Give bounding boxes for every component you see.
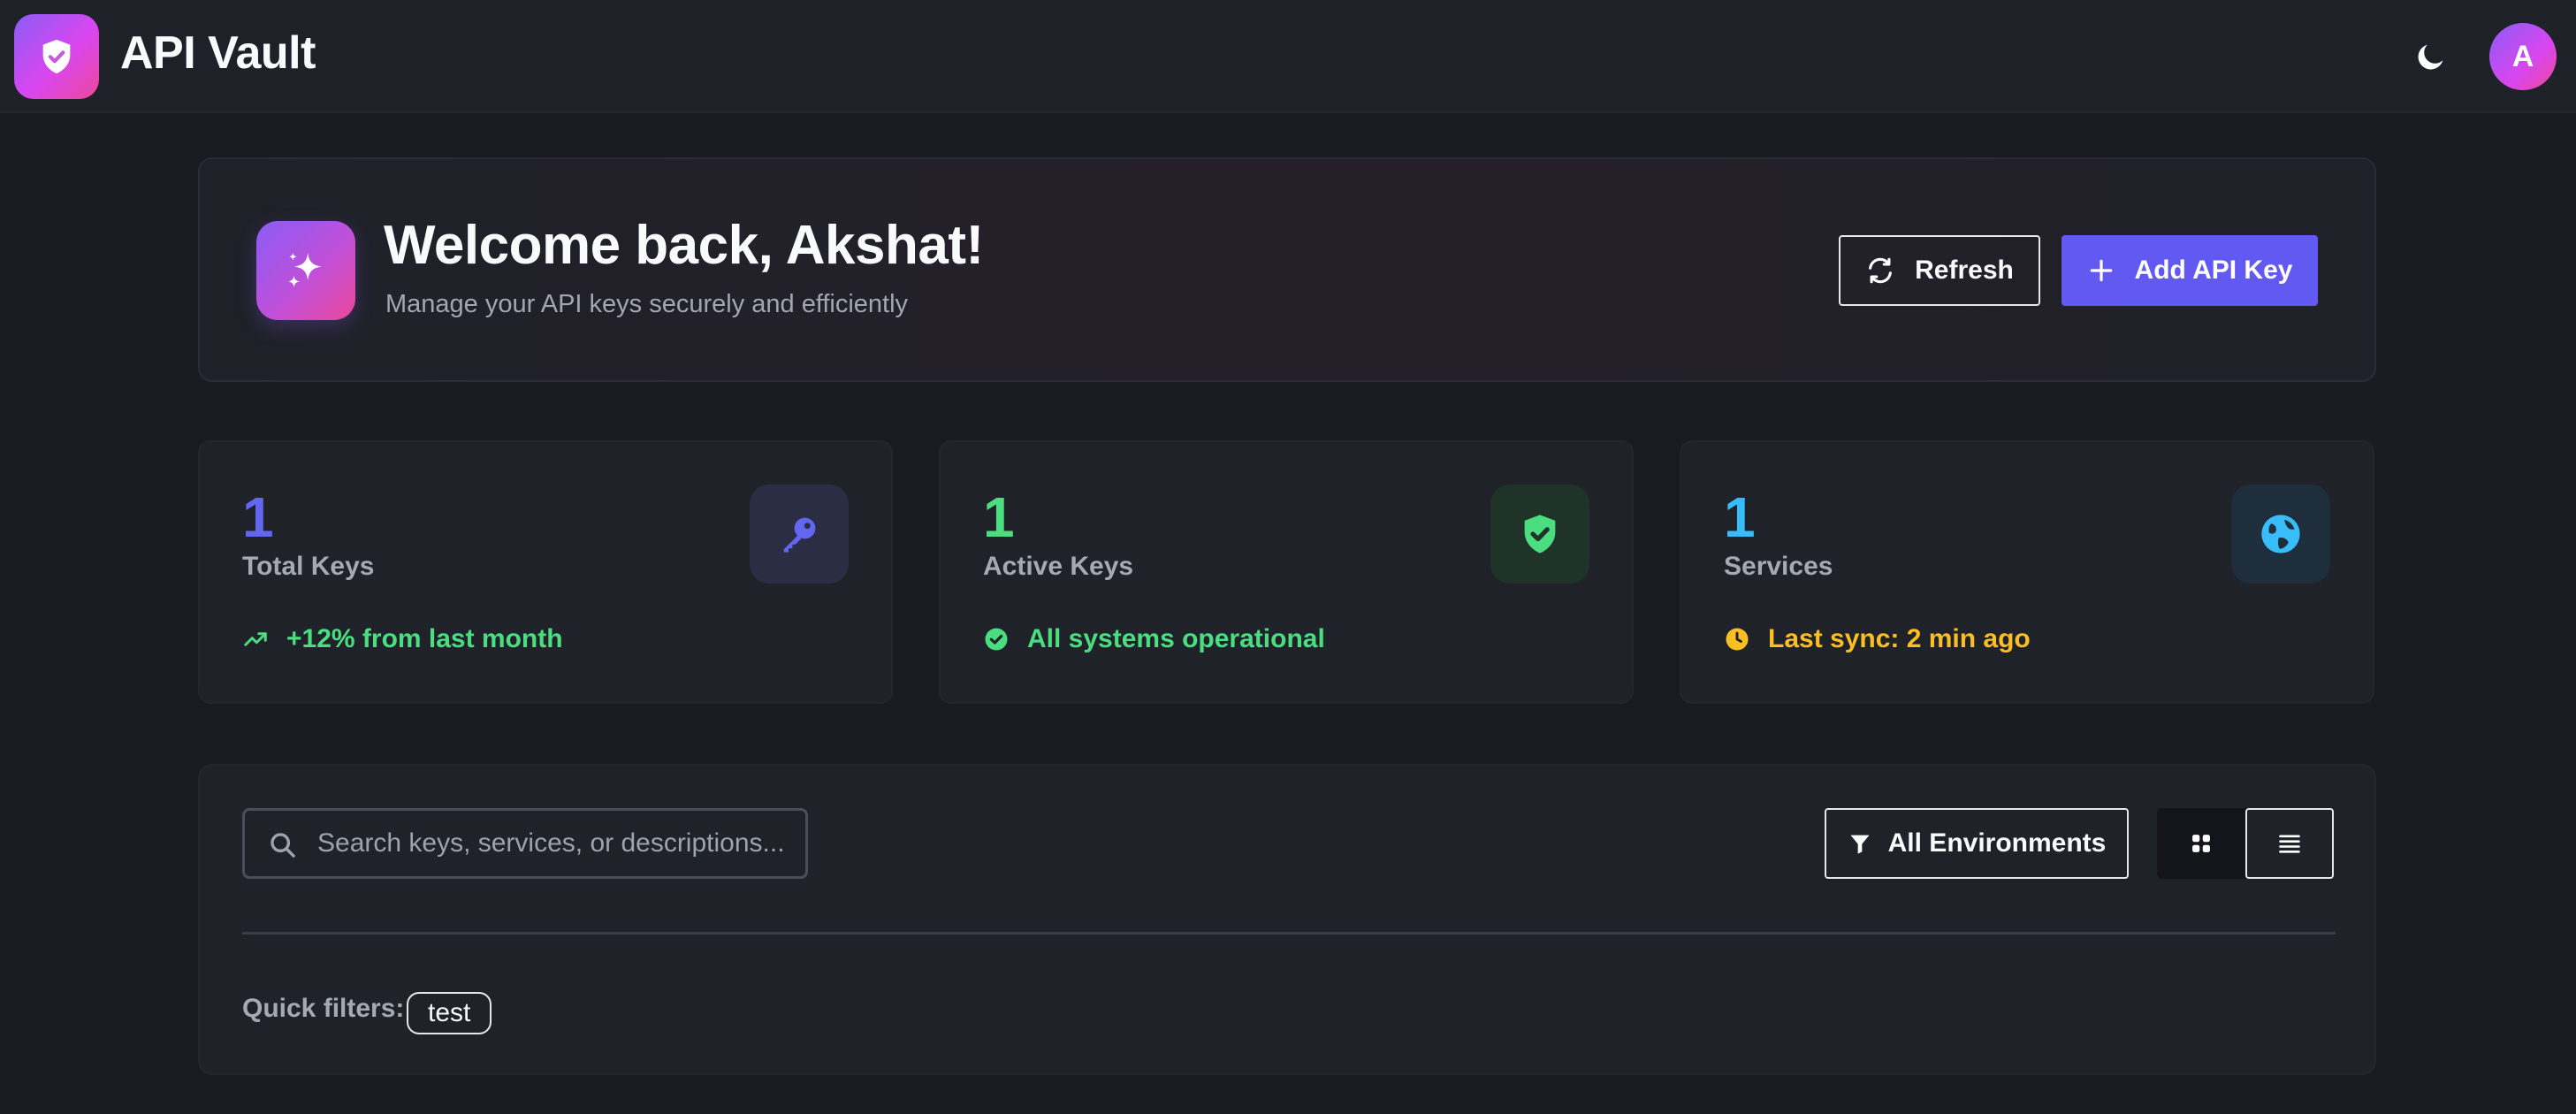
stat-icon-box bbox=[750, 485, 849, 584]
welcome-subtitle: Manage your API keys securely and effici… bbox=[385, 290, 909, 318]
check-circle-icon bbox=[985, 628, 1008, 651]
quick-filters-label: Quick filters: bbox=[242, 994, 405, 1023]
stat-icon-box bbox=[1490, 485, 1589, 584]
refresh-icon bbox=[1869, 257, 1893, 284]
refresh-button-label: Refresh bbox=[1915, 256, 2014, 285]
filter-panel: All Environments Quick filters: test bbox=[198, 764, 2376, 1075]
stat-value: 1 bbox=[242, 485, 274, 549]
stat-icon-box bbox=[2231, 485, 2330, 584]
stat-card-services: 1 Services Last sync: 2 min ago bbox=[1680, 440, 2374, 704]
search-input[interactable] bbox=[317, 811, 795, 876]
environment-filter-label: All Environments bbox=[1887, 828, 2107, 858]
sparkles-badge bbox=[256, 221, 355, 320]
search-box[interactable] bbox=[242, 808, 808, 879]
app-logo[interactable] bbox=[14, 14, 99, 99]
divider bbox=[242, 932, 2336, 935]
quick-filter-chip[interactable]: test bbox=[407, 992, 492, 1034]
welcome-card: Welcome back, Akshat! Manage your API ke… bbox=[198, 157, 2376, 382]
stat-footer: Last sync: 2 min ago bbox=[1724, 624, 2031, 654]
theme-toggle-button[interactable] bbox=[2406, 32, 2456, 81]
shield-check-icon bbox=[1524, 515, 1556, 553]
globe-icon bbox=[2261, 515, 2300, 553]
stat-label: Active Keys bbox=[983, 552, 1134, 581]
add-api-key-label: Add API Key bbox=[2134, 256, 2293, 285]
key-icon bbox=[783, 517, 816, 553]
stat-value: 1 bbox=[1724, 485, 1756, 549]
list-view-button[interactable] bbox=[2245, 808, 2334, 879]
grid-icon bbox=[2192, 835, 2210, 852]
stat-footer-text: +12% from last month bbox=[286, 624, 563, 653]
sparkles-icon bbox=[287, 252, 322, 288]
grid-view-button[interactable] bbox=[2157, 808, 2245, 879]
stat-card-total-keys: 1 Total Keys +12% from last month bbox=[198, 440, 893, 704]
plus-icon bbox=[2090, 259, 2112, 282]
add-api-key-button[interactable]: Add API Key bbox=[2062, 235, 2318, 306]
welcome-title: Welcome back, Akshat! bbox=[384, 215, 984, 276]
search-icon bbox=[271, 833, 295, 858]
refresh-button[interactable]: Refresh bbox=[1839, 235, 2040, 306]
stat-label: Services bbox=[1724, 552, 1833, 581]
app-title: API Vault bbox=[120, 27, 316, 79]
view-mode-toggle bbox=[2157, 808, 2334, 879]
top-navigation-bar: API Vault A bbox=[0, 0, 2576, 113]
stat-footer-text: All systems operational bbox=[1027, 624, 1325, 653]
stat-label: Total Keys bbox=[242, 552, 375, 581]
stat-footer-text: Last sync: 2 min ago bbox=[1768, 624, 2031, 653]
user-avatar[interactable]: A bbox=[2489, 23, 2557, 90]
clock-icon bbox=[1726, 628, 1749, 651]
environment-filter-button[interactable]: All Environments bbox=[1825, 808, 2129, 879]
shield-check-icon bbox=[42, 39, 71, 74]
filter-icon bbox=[1850, 835, 1870, 854]
list-icon bbox=[2279, 835, 2300, 853]
stat-value: 1 bbox=[983, 485, 1015, 549]
stat-card-active-keys: 1 Active Keys All systems operational bbox=[939, 440, 1634, 704]
stat-footer: All systems operational bbox=[983, 624, 1325, 654]
moon-icon bbox=[2418, 44, 2443, 70]
stat-footer: +12% from last month bbox=[242, 624, 563, 654]
trending-up-icon bbox=[244, 632, 267, 646]
